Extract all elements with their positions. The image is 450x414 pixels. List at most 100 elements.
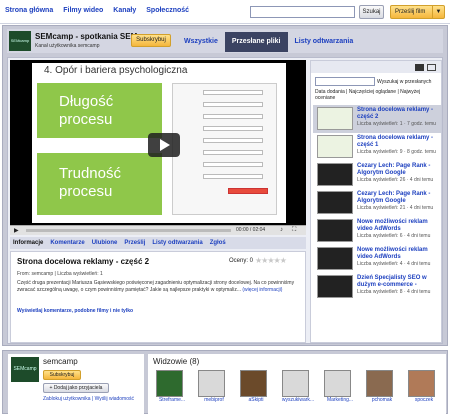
sidebar-search-input[interactable] — [315, 77, 375, 86]
channel-subtitle: Kanał użytkownika semcamp — [35, 43, 100, 49]
viewer[interactable]: Streframe... — [153, 370, 191, 403]
play-button-icon[interactable]: ▶ — [14, 227, 19, 234]
user-name[interactable]: semcamp — [43, 357, 78, 366]
video-sidebar: Wyszukaj w przesłanych Data dodania | Na… — [310, 60, 442, 343]
list-item-title[interactable]: Dzień Specjalisty SEO w dużym e-commerce… — [357, 275, 441, 289]
nav-home[interactable]: Strona główna — [5, 7, 53, 14]
viewer-name[interactable]: Marketing... — [321, 397, 359, 403]
slide-box-length: Długość procesu — [37, 83, 162, 138]
subscribe-button[interactable]: Subskrybuj — [43, 370, 81, 380]
player-controls: ▶ 00:00 / 02:04 ♪ ⛶ — [10, 225, 306, 235]
viewer-avatar[interactable] — [408, 370, 435, 397]
list-item[interactable]: Strona docelowa reklamy - część 1 Liczba … — [313, 133, 441, 161]
star-rating[interactable]: ★★★★★ — [255, 256, 287, 265]
channel-tabs: Wszystkie Przesłane pliki Listy odtwarza… — [177, 32, 360, 52]
video-player[interactable]: 4. Opór i bariera psychologiczna Długość… — [10, 60, 306, 235]
video-frame: 4. Opór i bariera psychologiczna Długość… — [32, 63, 286, 223]
video-thumbnail[interactable] — [317, 163, 353, 186]
list-item-title[interactable]: Strona docelowa reklamy - część 2 — [357, 107, 441, 121]
share-tab[interactable]: Prześlij — [124, 240, 145, 246]
sort-links[interactable]: Data dodania | Najczęściej oglądane | Na… — [315, 89, 439, 101]
viewer-avatar[interactable] — [366, 370, 393, 397]
viewer-avatar[interactable] — [198, 370, 225, 397]
video-thumbnail[interactable] — [317, 191, 353, 214]
viewer-name[interactable]: aSkipti — [237, 397, 275, 403]
list-item-title[interactable]: Cezary Lech: Page Rank - Algorytm Google — [357, 191, 441, 205]
list-item[interactable]: Strona docelowa reklamy - część 2 Liczba … — [313, 105, 441, 133]
viewer[interactable]: spoczek — [405, 370, 443, 403]
more-info-link[interactable]: (więcej informacji) — [242, 287, 282, 293]
report-tab[interactable]: Zgłoś — [210, 240, 226, 246]
list-item[interactable]: Cezary Lech: Page Rank - Algorytm Google… — [313, 161, 441, 189]
channel-logo[interactable]: SEMcamp — [9, 31, 31, 51]
search-input[interactable] — [250, 6, 355, 18]
viewer-avatar[interactable] — [324, 370, 351, 397]
search-button[interactable]: Szukaj — [359, 5, 384, 19]
main-panel: 4. Opór i bariera psychologiczna Długość… — [7, 57, 443, 344]
bottom-section: SEMcamp semcamp Subskrybuj + Dodaj jako … — [2, 350, 448, 414]
list-view-icon[interactable] — [427, 64, 436, 71]
viewer-name[interactable]: wyszukiwark... — [279, 397, 317, 403]
list-item-title[interactable]: Cezary Lech: Page Rank - Algorytm Google — [357, 163, 441, 177]
list-item-meta: Liczba wyświetleń: 8 · 4 dni temu — [357, 289, 431, 295]
viewer-name[interactable]: Streframe... — [153, 397, 191, 403]
video-thumbnail[interactable] — [317, 275, 353, 298]
playlists-tab[interactable]: Listy odtwarzania — [152, 240, 202, 246]
viewer[interactable]: mebiprof — [195, 370, 233, 403]
channel-title: SEMcamp - spotkania SEM — [35, 32, 138, 41]
user-links[interactable]: Zablokuj użytkownika | Wyślij wiadomość — [43, 396, 134, 402]
list-item[interactable]: Cezary Lech: Page Rank - Algorytm Google… — [313, 189, 441, 217]
volume-icon[interactable]: ♪ — [280, 227, 283, 233]
upload-button[interactable]: Prześlij film ▼ — [390, 5, 445, 19]
viewer-name[interactable]: spoczek — [405, 397, 443, 403]
play-icon[interactable] — [148, 133, 180, 157]
video-thumbnail[interactable] — [317, 219, 353, 242]
subscribe-button[interactable]: Subskrybuj — [131, 34, 171, 47]
slide-text-length: Długość procesu — [59, 93, 114, 128]
nav-community[interactable]: Społeczność — [146, 7, 189, 14]
grid-view-icon[interactable] — [415, 64, 424, 71]
video-thumbnail[interactable] — [317, 135, 353, 158]
action-bar: Informacje Komentarze Ulubione Prześlij … — [10, 237, 306, 249]
viewer-avatar[interactable] — [282, 370, 309, 397]
chevron-down-icon[interactable]: ▼ — [432, 6, 444, 18]
viewer[interactable]: pchomak — [363, 370, 401, 403]
viewer[interactable]: wyszukiwark... — [279, 370, 317, 403]
rating-label: Oceny: 0 — [229, 258, 254, 264]
comments-link[interactable]: Wyświetlaj komentarze, podobne filmy i n… — [17, 308, 133, 314]
channel-frame: SEMcamp SEMcamp - spotkania SEM Kanał uż… — [2, 25, 448, 346]
viewer-name[interactable]: pchomak — [363, 397, 401, 403]
list-item-title[interactable]: Nowe możliwości reklam video AdWords — [357, 247, 441, 261]
video-title: Strona docelowa reklamy - część 2 — [17, 257, 150, 266]
avatar[interactable]: SEMcamp — [11, 357, 39, 382]
list-item-title[interactable]: Strona docelowa reklamy - część 1 — [357, 135, 441, 149]
nav-channels[interactable]: Kanały — [113, 7, 136, 14]
progress-bar[interactable] — [26, 229, 231, 232]
viewer[interactable]: Marketing... — [321, 370, 359, 403]
tab-all[interactable]: Wszystkie — [177, 32, 225, 52]
nav-videos[interactable]: Filmy wideo — [63, 7, 103, 14]
user-box: SEMcamp semcamp Subskrybuj + Dodaj jako … — [8, 354, 144, 414]
add-friend-button[interactable]: + Dodaj jako przyjaciela — [43, 383, 109, 393]
list-item[interactable]: Nowe możliwości reklam video AdWords Licz… — [313, 245, 441, 273]
tab-uploads[interactable]: Przesłane pliki — [224, 32, 288, 52]
list-item-meta: Liczba wyświetleń: 21 · 4 dni temu — [357, 205, 434, 211]
viewer[interactable]: aSkipti — [237, 370, 275, 403]
list-item[interactable]: Nowe możliwości reklam video AdWords Licz… — [313, 217, 441, 245]
slide-title: 4. Opór i bariera psychologiczna — [44, 65, 188, 76]
tab-playlists[interactable]: Listy odtwarzania — [288, 32, 361, 52]
video-list: Strona docelowa reklamy - część 2 Liczba … — [313, 105, 441, 301]
viewer-name[interactable]: mebiprof — [195, 397, 233, 403]
video-thumbnail[interactable] — [317, 107, 353, 130]
list-item-meta: Liczba wyświetleń: 1 · 7 godz. temu — [357, 121, 436, 127]
sidebar-search-label[interactable]: Wyszukaj w przesłanych — [377, 79, 431, 85]
viewer-avatar[interactable] — [240, 370, 267, 397]
list-item[interactable]: Dzień Specjalisty SEO w dużym e-commerce… — [313, 273, 441, 301]
list-item-title[interactable]: Nowe możliwości reklam video AdWords — [357, 219, 441, 233]
comments-tab[interactable]: Komentarze — [50, 240, 84, 246]
video-thumbnail[interactable] — [317, 247, 353, 270]
info-tab[interactable]: Informacje — [13, 240, 43, 246]
fullscreen-icon[interactable]: ⛶ — [292, 227, 296, 234]
viewer-avatar[interactable] — [156, 370, 183, 397]
favorites-tab[interactable]: Ulubione — [92, 240, 118, 246]
